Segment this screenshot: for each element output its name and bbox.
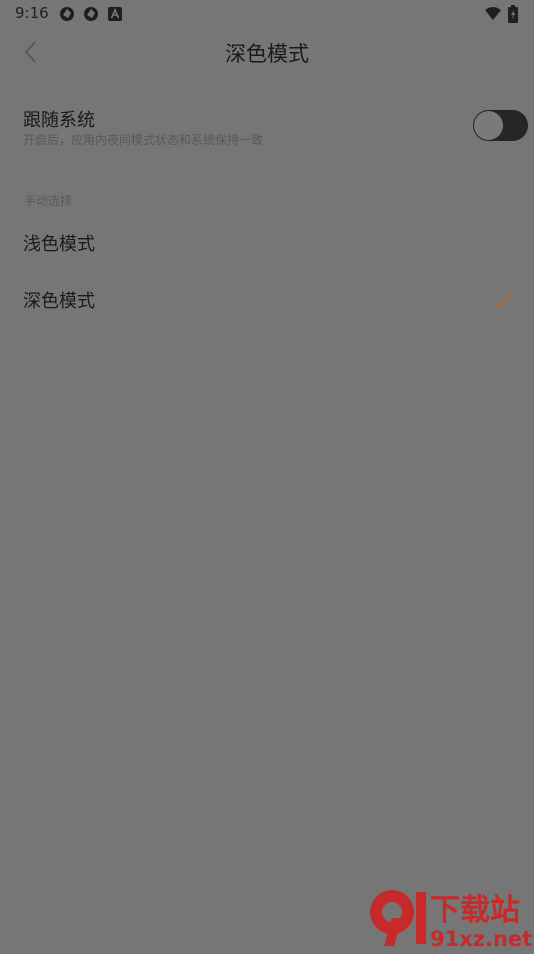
option-dark-mode[interactable]: 深色模式 xyxy=(0,273,534,329)
section-label-manual: 手动选择 xyxy=(24,194,73,208)
follow-system-row: 跟随系统 开启后，应用内夜间模式状态和系统保持一致 xyxy=(0,98,534,158)
follow-system-description: 开启后，应用内夜间模式状态和系统保持一致 xyxy=(23,133,264,147)
battery-charging-icon xyxy=(508,5,518,23)
aperture-icon xyxy=(60,7,74,21)
font-a-icon xyxy=(108,7,122,21)
follow-system-toggle[interactable] xyxy=(473,110,528,141)
watermark-title: 下载站 xyxy=(430,893,520,928)
page-title: 深色模式 xyxy=(225,42,309,66)
option-light-mode[interactable]: 浅色模式 xyxy=(0,216,534,272)
option-label: 深色模式 xyxy=(23,291,95,312)
toggle-knob xyxy=(474,111,503,140)
option-label: 浅色模式 xyxy=(23,234,95,255)
follow-system-label: 跟随系统 xyxy=(23,110,95,131)
checkmark-icon xyxy=(494,292,512,308)
aperture-icon xyxy=(84,7,98,21)
watermark-url: 91xz.net xyxy=(430,927,532,950)
top-app-bar: 深色模式 xyxy=(0,28,534,76)
status-time: 9:16 xyxy=(15,4,49,22)
wifi-icon xyxy=(485,7,501,20)
watermark-logo: 下载站 91xz.net xyxy=(364,888,534,951)
site-logo-icon: 下载站 91xz.net xyxy=(370,890,532,951)
status-bar: 9:16 xyxy=(0,0,534,28)
